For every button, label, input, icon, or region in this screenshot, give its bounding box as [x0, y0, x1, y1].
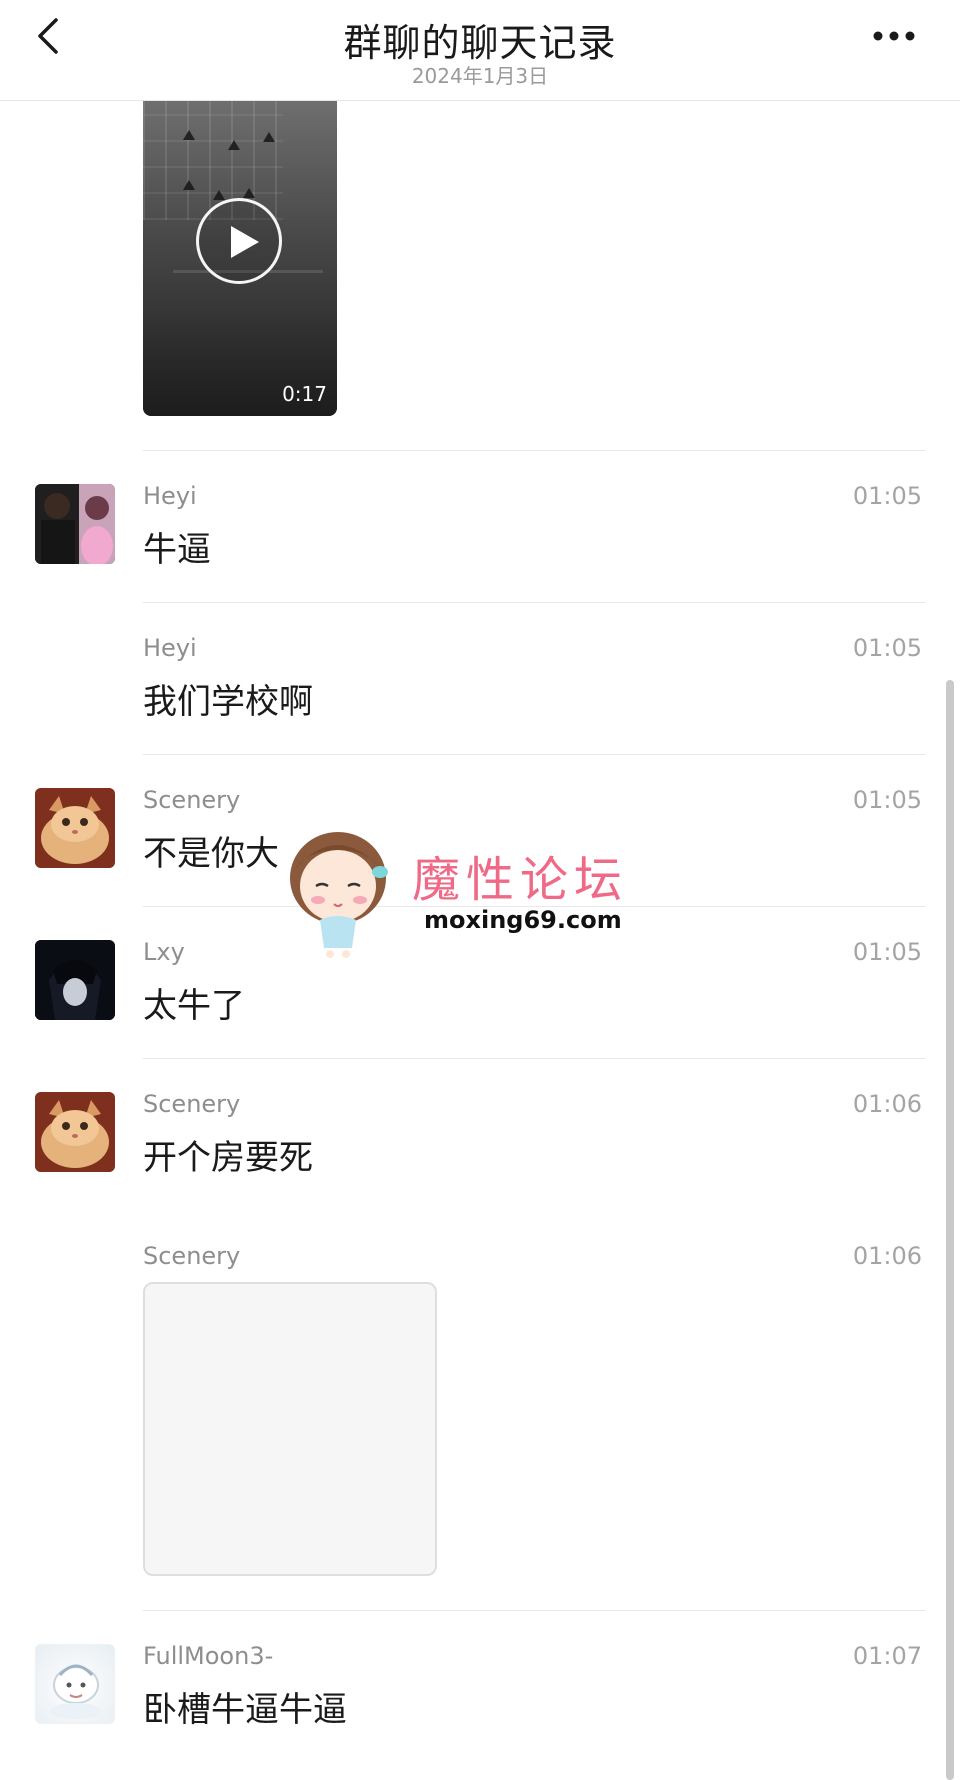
sender-name: Lxy — [143, 938, 185, 966]
play-button[interactable] — [196, 198, 282, 284]
avatar-cat — [35, 788, 115, 868]
message-row[interactable]: Heyi 01:05 我们学校啊 — [0, 602, 960, 754]
message-time: 01:06 — [852, 1090, 922, 1118]
play-icon — [231, 226, 259, 258]
image-message[interactable] — [143, 1282, 437, 1576]
message-text: 我们学校啊 — [143, 682, 313, 722]
watermark: 魔性论坛 moxing69.com — [282, 820, 662, 960]
avatar[interactable] — [35, 940, 115, 1020]
more-dots-icon — [873, 31, 915, 41]
avatar-lxy — [35, 940, 115, 1020]
message-time: 01:05 — [852, 938, 922, 966]
message-row[interactable]: FullMoon3- 01:07 卧槽牛逼牛逼 — [0, 1610, 960, 1780]
message-text: 太牛了 — [143, 986, 245, 1026]
sender-name: FullMoon3- — [143, 1642, 274, 1670]
avatar[interactable] — [35, 788, 115, 868]
message-time: 01:07 — [852, 1642, 922, 1670]
video-duration: 0:17 — [282, 382, 327, 406]
avatar-fullmoon — [50, 1664, 102, 1719]
avatar[interactable] — [35, 484, 115, 564]
sender-name: Scenery — [143, 1090, 241, 1118]
message-time: 01:06 — [852, 1242, 922, 1270]
message-row[interactable]: Scenery 01:06 开个房要死 — [0, 1058, 960, 1210]
message-row[interactable]: Heyi 01:05 牛逼 — [0, 450, 960, 602]
avatar[interactable] — [35, 1092, 115, 1172]
message-text: 开个房要死 — [143, 1138, 313, 1178]
message-text: 不是你大 — [143, 834, 279, 874]
message-time: 01:05 — [852, 482, 922, 510]
avatar-heyi — [35, 484, 115, 564]
page-title: 群聊的聊天记录 — [343, 21, 617, 65]
top-bar: 群聊的聊天记录 2024年1月3日 — [0, 0, 960, 101]
mascot-icon — [290, 832, 388, 958]
watermark-url: moxing69.com — [424, 906, 622, 934]
scrollbar[interactable] — [946, 680, 954, 1780]
page-date: 2024年1月3日 — [411, 64, 549, 88]
message-time: 01:05 — [852, 786, 922, 814]
message-text: 卧槽牛逼牛逼 — [143, 1690, 347, 1730]
sender-name: Scenery — [143, 1242, 241, 1270]
watermark-title: 魔性论坛 — [412, 852, 629, 908]
message-row[interactable]: Scenery 01:06 — [0, 1210, 960, 1610]
chat-history-screen: 群聊的聊天记录 2024年1月3日 0:17 Heyi 01:05 牛逼 Hey… — [0, 0, 960, 1780]
avatar-cat — [35, 1092, 115, 1172]
sender-name: Heyi — [143, 482, 197, 510]
sender-name: Heyi — [143, 634, 197, 662]
avatar[interactable] — [35, 1644, 115, 1724]
video-message[interactable]: 0:17 — [143, 100, 337, 416]
message-time: 01:05 — [852, 634, 922, 662]
message-text: 牛逼 — [143, 530, 211, 570]
sender-name: Scenery — [143, 786, 241, 814]
more-button[interactable] — [868, 26, 924, 46]
